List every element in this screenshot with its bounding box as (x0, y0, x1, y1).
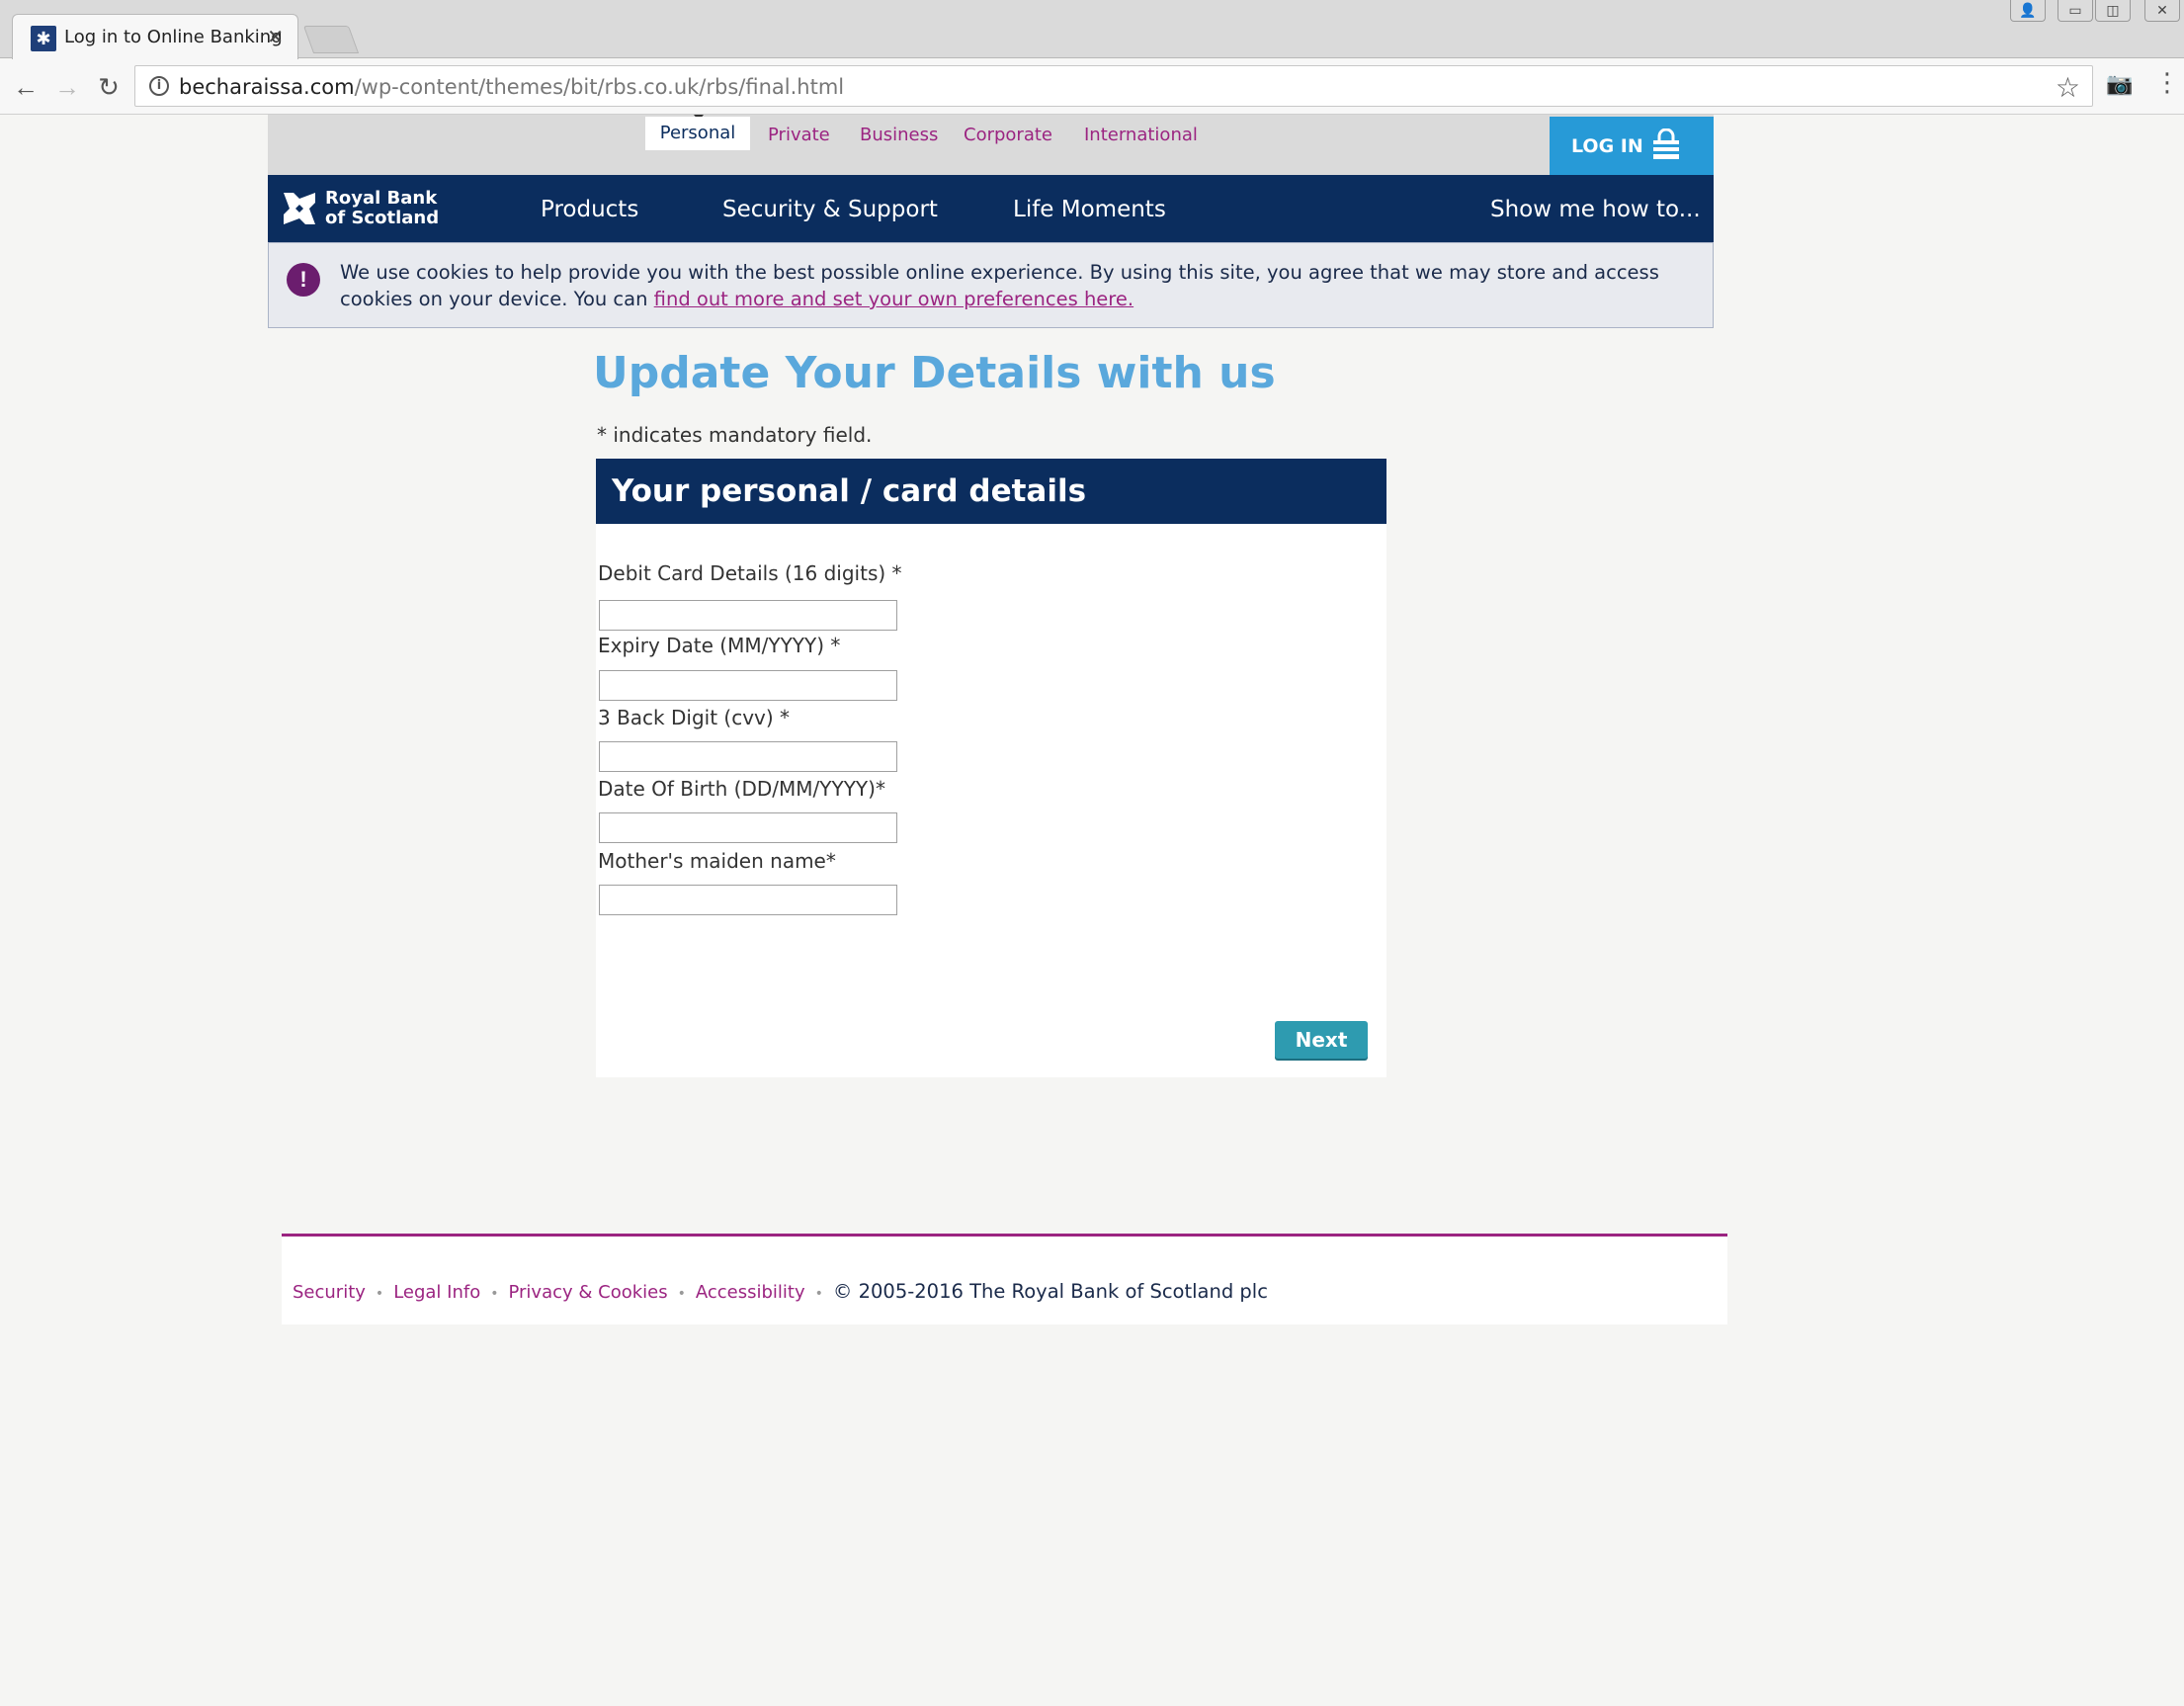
profile-icon[interactable]: 👤 (2010, 0, 2046, 22)
card-number-label: Debit Card Details (16 digits) * (598, 561, 902, 585)
reload-icon[interactable]: ↻ (91, 69, 126, 105)
minimize-icon[interactable]: ▭ (2058, 0, 2093, 22)
footer-link-accessibility[interactable]: Accessibility (696, 1282, 805, 1303)
maiden-name-input[interactable] (599, 885, 897, 915)
footer-link-security[interactable]: Security (293, 1282, 366, 1303)
panel-title: Your personal / card details (596, 459, 1386, 524)
maximize-icon[interactable]: ◫ (2095, 0, 2131, 22)
maiden-name-label: Mother's maiden name* (598, 849, 836, 873)
footer-link-legal-info[interactable]: Legal Info (393, 1282, 480, 1303)
nav-life-moments[interactable]: Life Moments (1013, 197, 1166, 222)
expiry-date-input[interactable] (599, 670, 897, 701)
date-of-birth-label: Date Of Birth (DD/MM/YYYY)* (598, 777, 885, 801)
footer: Security • Legal Info • Privacy & Cookies • Ac… (282, 1234, 1727, 1324)
login-label: LOG IN (1571, 135, 1643, 157)
bookmark-star-icon[interactable]: ☆ (2056, 71, 2080, 104)
mandatory-note: * indicates mandatory field. (597, 423, 873, 447)
date-of-birth-input[interactable] (599, 812, 897, 843)
footer-link-privacy-cookies[interactable]: Privacy & Cookies (508, 1282, 667, 1303)
info-icon[interactable]: i (149, 76, 169, 96)
lock-icon (1653, 128, 1679, 159)
browser-tab[interactable]: ✱ Log in to Online Banking ✕ (12, 14, 298, 59)
tab-title: Log in to Online Banking (64, 27, 283, 47)
next-button[interactable]: Next (1275, 1021, 1368, 1059)
rbs-daisy-icon (284, 193, 315, 224)
footer-links: Security • Legal Info • Privacy & Cookies • Ac… (293, 1280, 1268, 1303)
segment-business[interactable]: Business (860, 125, 938, 145)
separator-dot: • (677, 1286, 686, 1302)
main-navigation: Royal Bank of Scotland Products Security… (268, 175, 1714, 242)
page-title: Update Your Details with us (593, 348, 1276, 398)
copyright: © 2005-2016 The Royal Bank of Scotland p… (832, 1280, 1268, 1303)
nav-products[interactable]: Products (541, 197, 638, 222)
browser-tabstrip: ✱ Log in to Online Banking ✕ 👤 ▭ ◫ ✕ (0, 0, 2184, 59)
url-text: becharaissa.com/wp-content/themes/bit/rb… (179, 75, 845, 99)
nav-show-me-how[interactable]: Show me how to... (1490, 197, 1701, 222)
forward-icon[interactable]: → (49, 69, 85, 105)
cookie-banner: ! We use cookies to help provide you wit… (268, 242, 1714, 328)
details-form-panel: Your personal / card details Debit Card … (596, 459, 1386, 1077)
separator-dot: • (375, 1286, 384, 1302)
segment-personal[interactable]: Personal (645, 117, 750, 150)
cookie-message: We use cookies to help provide you with … (340, 261, 1659, 310)
expiry-date-label: Expiry Date (MM/YYYY) * (598, 634, 841, 657)
new-tab-button[interactable] (302, 26, 360, 53)
browser-menu-icon[interactable]: ⋮ (2154, 67, 2180, 103)
segment-corporate[interactable]: Corporate (964, 125, 1052, 145)
rbs-favicon-icon: ✱ (31, 26, 56, 51)
camera-icon[interactable]: 📷 (2103, 71, 2137, 101)
browser-toolbar: ← → ↻ i becharaissa.com/wp-content/theme… (0, 59, 2184, 115)
segment-bar: Personal Private Business Corporate Inte… (268, 115, 1714, 175)
card-number-input[interactable] (599, 600, 897, 631)
segment-private[interactable]: Private (768, 125, 830, 145)
separator-dot: • (814, 1286, 823, 1302)
close-tab-icon[interactable]: ✕ (267, 25, 284, 49)
nav-security-support[interactable]: Security & Support (722, 197, 938, 222)
cvv-label: 3 Back Digit (cvv) * (598, 706, 791, 729)
separator-dot: • (490, 1286, 499, 1302)
close-window-icon[interactable]: ✕ (2144, 0, 2180, 22)
cookie-preferences-link[interactable]: find out more and set your own preferenc… (654, 288, 1134, 310)
address-bar[interactable]: i becharaissa.com/wp-content/themes/bit/… (134, 65, 2093, 107)
back-icon[interactable]: ← (8, 69, 43, 105)
alert-icon: ! (287, 263, 320, 297)
login-button[interactable]: LOG IN (1550, 117, 1714, 176)
cvv-input[interactable] (599, 741, 897, 772)
segment-international[interactable]: International (1084, 125, 1198, 145)
brand-name: Royal Bank of Scotland (325, 188, 440, 228)
